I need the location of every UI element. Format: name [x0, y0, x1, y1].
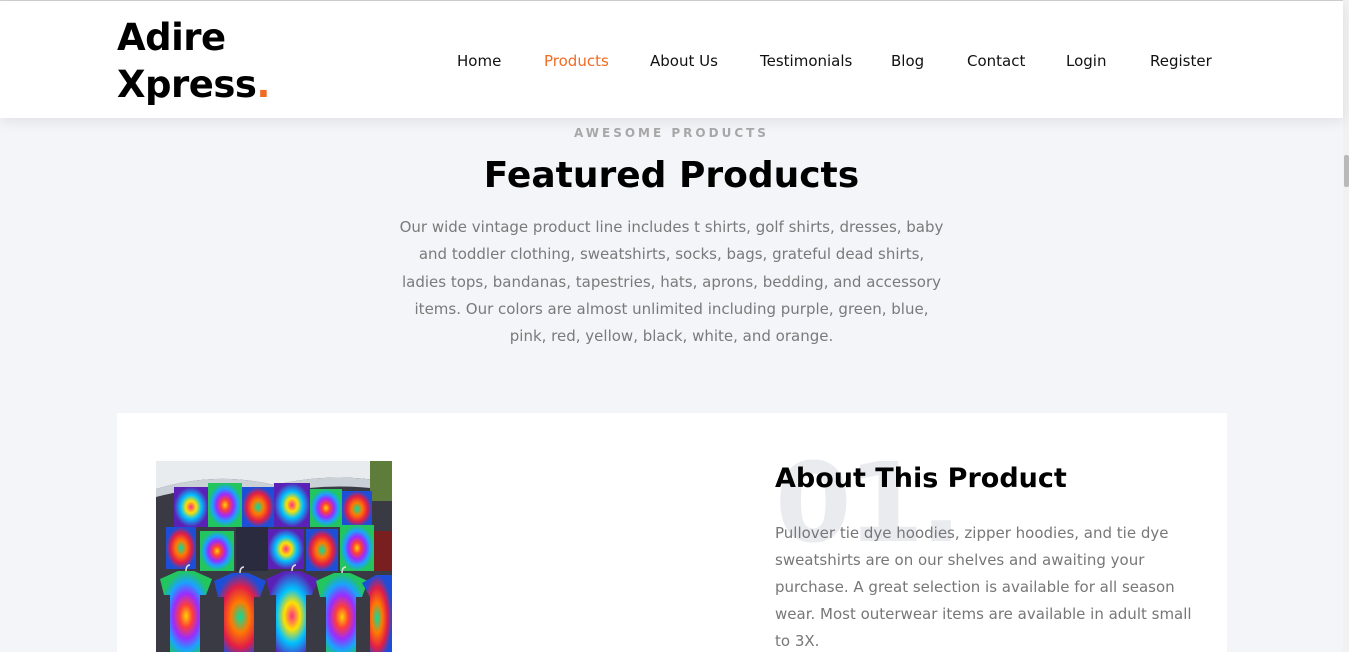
site-header: Adire Xpress. Home Products About Us Tes… — [0, 1, 1343, 118]
scrollbar-thumb[interactable] — [1344, 155, 1349, 187]
tie-dye-shirts-photo — [156, 461, 392, 652]
nav-item-contact[interactable]: Contact — [967, 51, 1025, 71]
brand-dot: . — [256, 63, 270, 106]
nav-item-about-us[interactable]: About Us — [650, 51, 718, 71]
vertical-scrollbar[interactable] — [1343, 0, 1349, 652]
brand-line-2: Xpress — [117, 63, 257, 106]
brand-logo[interactable]: Adire Xpress. — [117, 14, 270, 108]
section-title: Featured Products — [483, 155, 860, 196]
section-intro: Our wide vintage product line includes t… — [399, 218, 944, 346]
product-description: Pullover tie dye hoodies, zipper hoodies… — [775, 524, 1192, 650]
product-card: 01. About This Product Pullover tie dye … — [117, 413, 1227, 652]
brand-line-1: Adire — [117, 16, 226, 59]
nav-item-login[interactable]: Login — [1066, 51, 1106, 71]
nav-item-products[interactable]: Products — [544, 51, 609, 71]
nav-item-testimonials[interactable]: Testimonials — [760, 51, 852, 71]
nav-item-register[interactable]: Register — [1150, 51, 1212, 71]
nav-item-home[interactable]: Home — [457, 51, 501, 71]
nav-item-blog[interactable]: Blog — [891, 51, 924, 71]
section-eyebrow: AWESOME PRODUCTS — [574, 126, 769, 140]
product-title: About This Product — [775, 463, 1067, 494]
page: Adire Xpress. Home Products About Us Tes… — [0, 0, 1349, 652]
